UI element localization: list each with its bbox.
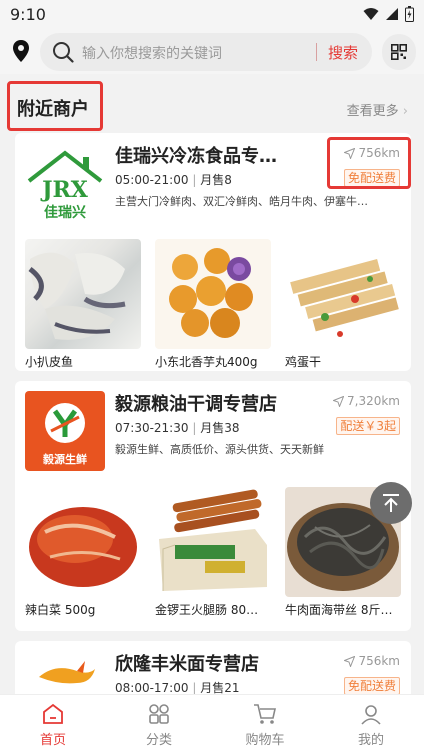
navigation-arrow-icon [333,395,344,407]
search-icon [53,42,74,63]
tab-profile[interactable]: 我的 [318,695,424,754]
product-name: 鸡蛋干 [285,355,322,369]
battery-icon [405,6,414,22]
merchant-hours: 07:30-21:30 | 月售38 [115,421,240,435]
search-button[interactable]: 搜索 [328,42,358,63]
arrow-up-icon [383,494,399,512]
merchant-card[interactable]: 欣隆丰米面专营店 08:00-17:00 | 月售21 756km 免配送费 [15,641,411,701]
product-name: 金锣王火腿肠 80… [155,603,259,617]
merchant-distance: 7,320km [333,394,400,408]
back-to-top-button[interactable] [370,482,412,524]
merchant-description: 主营大门冷鲜肉、双汇冷鲜肉、皓月牛肉、伊塞牛… [115,195,368,208]
delivery-badge: 免配送费 [343,677,400,695]
search-input[interactable]: 输入你想搜索的关键词 搜索 [40,33,372,71]
product-name: 小扒皮鱼 [25,355,74,369]
status-bar: 9:10 [0,0,424,30]
product-list: 辣白菜 500g 金锣王火腿肠 80… 牛肉面海带丝 8斤… [25,487,401,618]
product-name: 辣白菜 500g [25,603,96,617]
home-icon [43,703,63,724]
section-title: 附近商户 [17,99,89,120]
yiyuan-logo-image: 毅源生鲜 [42,403,87,466]
product-list: 小扒皮鱼 小东北香芋丸400g 鸡蛋干 [25,239,401,370]
section-title-highlight: 附近商户 [7,81,103,131]
product-item[interactable]: 小东北香芋丸400g [155,239,271,370]
product-item[interactable]: 辣白菜 500g [25,487,141,618]
product-image [155,239,271,349]
product-image [25,487,141,597]
wifi-icon [363,8,379,20]
location-pin-icon[interactable] [12,40,30,62]
tab-category[interactable]: 分类 [106,695,212,754]
product-image [285,239,401,349]
category-grid-icon [149,704,169,724]
tab-label: 首页 [39,733,66,748]
merchant-logo: 毅源生鲜 [25,391,105,471]
product-item[interactable]: 鸡蛋干 [285,239,401,370]
shopping-cart-icon [254,704,276,724]
merchant-hours: 05:00-21:00 | 月售8 [115,173,232,187]
product-image [25,239,141,349]
tab-label: 分类 [145,733,172,748]
merchant-distance: 756km [344,654,400,668]
see-more-link[interactable]: 查看更多 › [347,100,408,119]
tab-home[interactable]: 首页 [0,695,106,754]
merchant-card[interactable]: 毅源生鲜 毅源粮油干调专营店 07:30-21:30 | 月售38 毅源生鲜、高… [15,381,411,631]
product-name: 牛肉面海带丝 8斤… [285,603,393,617]
product-item[interactable]: 小扒皮鱼 [25,239,141,370]
user-icon [361,705,381,725]
product-name: 小东北香芋丸400g [155,355,258,369]
svg-text:佳瑞兴: 佳瑞兴 [44,204,86,221]
merchant-logo: JRX 佳瑞兴 [25,143,105,223]
logo-text: 毅源生鲜 [42,452,87,466]
status-icons [363,6,414,22]
qr-scan-icon [391,44,407,60]
merchant-name: 欣隆丰米面专营店 [115,654,259,675]
search-row: 输入你想搜索的关键词 搜索 [0,30,424,74]
status-time: 9:10 [10,5,46,24]
search-divider [316,43,317,61]
product-image [155,487,271,597]
scan-button[interactable] [382,34,416,70]
logo-text: JRX [40,177,89,203]
product-item[interactable]: 金锣王火腿肠 80… [155,487,271,618]
merchant-description: 毅源生鲜、高质低价、源头供货、天天新鲜 [115,443,324,456]
tab-cart[interactable]: 购物车 [212,695,318,754]
navigation-arrow-icon [344,655,356,667]
bottom-tab-bar: 首页 分类 购物车 我的 [0,694,424,754]
tab-label: 我的 [357,733,384,748]
tab-label: 购物车 [245,733,285,748]
distance-highlight-box [327,137,411,189]
nearby-merchants-header: 附近商户 查看更多 › [0,78,424,132]
merchant-name: 佳瑞兴冷冻食品专… [115,146,277,167]
merchant-name: 毅源粮油干调专营店 [115,394,277,415]
delivery-badge: 配送￥3起 [336,417,400,435]
search-placeholder: 输入你想搜索的关键词 [82,46,222,62]
signal-icon [386,8,398,20]
jrx-logo-image: JRX 佳瑞兴 [27,150,103,221]
merchant-card[interactable]: JRX 佳瑞兴 佳瑞兴冷冻食品专… 05:00-21:00 | 月售8 主营大门… [15,133,411,371]
